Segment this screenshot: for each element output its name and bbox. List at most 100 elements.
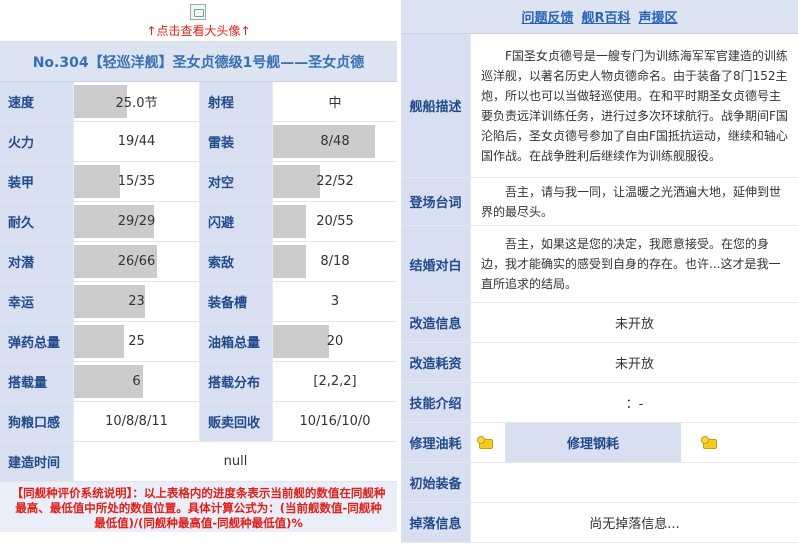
stat-value: 19/44	[74, 122, 199, 161]
stat-row: 火力 19/44 雷装 8/48	[0, 122, 397, 162]
stat-value-text: 中	[328, 96, 342, 111]
support-link[interactable]: 声援区	[639, 7, 678, 26]
stat-label: 搭载分布	[199, 362, 273, 401]
stat-value-text: [2,2,2]	[313, 374, 357, 389]
stat-value: 8/18	[273, 242, 397, 281]
stat-label: 贩卖回收	[199, 402, 273, 441]
build-time-row: 建造时间 null	[0, 442, 397, 482]
stat-value: 25	[74, 322, 199, 361]
ship-title: No.304【轻巡洋舰】圣女贞德级1号舰——圣女贞德	[0, 42, 397, 82]
stat-value: 29/29	[74, 202, 199, 241]
remodel-label: 改造信息	[401, 303, 471, 342]
stat-progress-bar	[74, 165, 121, 198]
remodel-cost-value: 未开放	[614, 357, 654, 372]
stat-label: 火力	[0, 122, 74, 161]
stat-value-text: 25.0节	[115, 96, 158, 111]
marry-label: 结婚对白	[401, 226, 471, 302]
stat-value: 中	[273, 82, 397, 121]
login-label: 登场台词	[401, 178, 471, 225]
rating-note: 【同舰种评价系统说明】：以上表格内的进度条表示当前舰的数值在同舰种最高、最低值中…	[0, 482, 397, 532]
login-text: 吾主，请与我一同，让温暖之光洒遍大地，延伸到世界的最尽头。	[481, 184, 782, 219]
stat-label: 对潜	[0, 242, 74, 281]
stat-value: 8/48	[273, 122, 397, 161]
right-panel: 问题反馈 舰R百科 声援区 舰船描述 F国圣女贞德号是一艘专门为训练海军军官建造…	[401, 0, 798, 547]
stat-row: 装甲 15/35 对空 22/52	[0, 162, 397, 202]
stat-value-text: 26/66	[117, 254, 156, 269]
oil-icon	[477, 435, 495, 450]
remodel-cost-row: 改造耗资 未开放	[401, 343, 798, 383]
stat-label: 装甲	[0, 162, 74, 201]
desc-text: F国圣女贞德号是一艘专门为训练海军军官建造的训练巡洋舰，以著名历史人物贞德命名。…	[481, 48, 788, 163]
stat-value-text: 8/18	[320, 254, 350, 269]
drop-row: 掉落信息 尚无掉落信息...	[401, 503, 798, 543]
stat-label: 狗粮口感	[0, 402, 74, 441]
login-row: 登场台词 吾主，请与我一同，让温暖之光洒遍大地，延伸到世界的最尽头。	[401, 178, 798, 226]
stat-value-text: 15/35	[117, 174, 156, 189]
feedback-link[interactable]: 问题反馈	[521, 7, 573, 26]
avatar-image-icon[interactable]	[190, 4, 206, 20]
stat-progress-bar	[74, 325, 124, 358]
stat-progress-bar	[273, 205, 307, 238]
stat-value: 15/35	[74, 162, 199, 201]
marry-text: 吾主，如果这是您的决定，我愿意接受。在您的身边，我才能确实的感受到自身的存在。也…	[481, 237, 781, 291]
repair-row: 修理油耗 修理钢耗	[401, 423, 798, 463]
stat-label: 射程	[199, 82, 273, 121]
stat-value-text: 23	[128, 294, 145, 309]
stat-label: 速度	[0, 82, 74, 121]
stats-table: 速度 25.0节 射程 中火力 19/44 雷装 8/48 装甲 15/35 对空 22/52 耐久 2…	[0, 82, 397, 442]
stat-value-text: 6	[132, 374, 141, 389]
stat-value-text: 19/44	[117, 134, 156, 149]
avatar-box: ↑点击查看大头像↑	[0, 0, 397, 42]
stat-label: 搭载量	[0, 362, 74, 401]
desc-label: 舰船描述	[401, 34, 471, 177]
steel-icon	[701, 435, 719, 450]
remodel-row: 改造信息 未开放	[401, 303, 798, 343]
stat-label: 幸运	[0, 282, 74, 321]
stat-value-text: 22/52	[316, 174, 354, 189]
links-bar: 问题反馈 舰R百科 声援区	[401, 0, 798, 34]
stat-row: 弹药总量 25 油箱总量 20	[0, 322, 397, 362]
init-equip-value	[471, 463, 798, 502]
stat-value: [2,2,2]	[273, 362, 397, 401]
drop-label: 掉落信息	[401, 503, 471, 542]
init-equip-row: 初始装备	[401, 463, 798, 503]
stat-value-text: 25	[128, 334, 145, 349]
view-large-avatar-link[interactable]: ↑点击查看大头像↑	[0, 22, 397, 39]
stat-progress-bar	[273, 325, 329, 358]
init-equip-label: 初始装备	[401, 463, 471, 502]
stat-value-text: 10/16/10/0	[299, 414, 371, 429]
stat-value: 25.0节	[74, 82, 199, 121]
stat-value: 10/8/8/11	[74, 402, 199, 441]
stat-row: 对潜 26/66 索敌 8/18	[0, 242, 397, 282]
skill-row: 技能介绍 ：-	[401, 383, 798, 423]
stat-value: 20/55	[273, 202, 397, 241]
stat-value: 3	[273, 282, 397, 321]
stat-value: 26/66	[74, 242, 199, 281]
drop-value: 尚无掉落信息...	[589, 517, 680, 532]
stat-value-text: 20/55	[316, 214, 354, 229]
stat-label: 雷装	[199, 122, 273, 161]
stat-progress-bar	[273, 165, 321, 198]
stat-label: 索敌	[199, 242, 273, 281]
stat-label: 装备槽	[199, 282, 273, 321]
build-time-value: null	[223, 454, 248, 469]
stat-label: 耐久	[0, 202, 74, 241]
remodel-cost-label: 改造耗资	[401, 343, 471, 382]
stat-value-text: 10/8/8/11	[105, 414, 168, 429]
stat-value: 23	[74, 282, 199, 321]
stat-row: 速度 25.0节 射程 中	[0, 82, 397, 122]
wiki-link[interactable]: 舰R百科	[581, 7, 630, 26]
skill-value: ：-	[625, 397, 644, 412]
stat-value: 10/16/10/0	[273, 402, 397, 441]
stat-label: 油箱总量	[199, 322, 273, 361]
desc-row: 舰船描述 F国圣女贞德号是一艘专门为训练海军军官建造的训练巡洋舰，以著名历史人物…	[401, 34, 798, 178]
stat-value: 6	[74, 362, 199, 401]
marry-row: 结婚对白 吾主，如果这是您的决定，我愿意接受。在您的身边，我才能确实的感受到自身…	[401, 226, 798, 303]
remodel-value: 未开放	[614, 317, 654, 332]
stat-value: 22/52	[273, 162, 397, 201]
repair-values: 修理钢耗	[471, 423, 798, 462]
stat-row: 搭载量 6 搭载分布 [2,2,2]	[0, 362, 397, 402]
stat-row: 幸运 23 装备槽 3	[0, 282, 397, 322]
build-time-label: 建造时间	[0, 442, 74, 481]
stat-value-text: 3	[330, 294, 340, 309]
